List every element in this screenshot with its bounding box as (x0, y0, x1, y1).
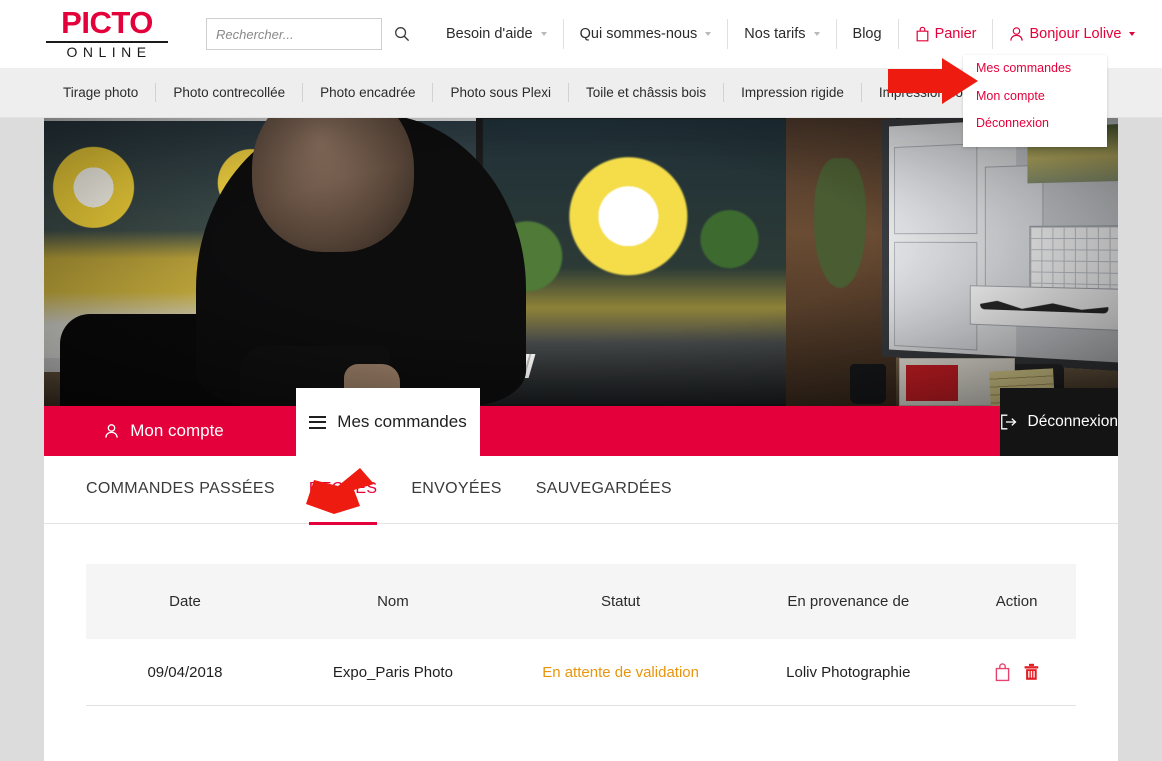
logo-divider (46, 40, 168, 43)
nav-item-bonjour-lolive[interactable]: Bonjour Lolive (992, 19, 1151, 49)
dropdown-item-mon-compte[interactable]: Mon compte (963, 83, 1107, 111)
user-icon (1010, 27, 1024, 41)
tab-envoyees[interactable]: ENVOYÉES (411, 480, 501, 500)
nav-item-nos-tarifs[interactable]: Nos tarifs (727, 19, 835, 49)
column-header-action: Action (995, 593, 1038, 610)
order-filter-tabs: COMMANDES PASSÉES REÇUES ENVOYÉES SAUVEG… (44, 456, 1118, 525)
tab-label: Mon compte (130, 421, 224, 440)
category-photo-sous-plexi[interactable]: Photo sous Plexi (432, 83, 568, 102)
orders-table-wrap: Date Nom Statut En provenance de Action … (44, 524, 1118, 706)
hamburger-icon (309, 415, 327, 429)
dropdown-item-deconnexion[interactable]: Déconnexion (963, 110, 1107, 138)
tab-deconnexion[interactable]: Déconnexion (1000, 388, 1118, 456)
tab-sauvegardees[interactable]: SAUVEGARDÉES (536, 480, 672, 500)
tab-label: Mes commandes (337, 412, 467, 431)
shopping-bag-icon (916, 26, 928, 42)
column-header-provenance: En provenance de (787, 593, 910, 610)
tab-label: Déconnexion (1027, 413, 1118, 430)
chevron-down-icon (1129, 32, 1136, 36)
cell-date: 09/04/2018 (86, 639, 284, 706)
cell-statut: En attente de validation (501, 639, 740, 706)
search-icon[interactable] (394, 26, 410, 42)
column-header-nom: Nom (377, 593, 409, 610)
orders-table: Date Nom Statut En provenance de Action … (86, 564, 1076, 706)
nav-item-panier[interactable]: Panier (897, 19, 993, 49)
table-header-row: Date Nom Statut En provenance de Action (86, 564, 1076, 639)
tab-mes-commandes[interactable]: Mes commandes (296, 388, 480, 456)
logo-wordmark-top: PICTO (61, 5, 153, 41)
nav-item-besoin-daide[interactable]: Besoin d'aide (430, 19, 563, 49)
nav-label: Nos tarifs (744, 26, 806, 42)
cell-actions (957, 639, 1076, 706)
nav-label: Bonjour Lolive (1029, 26, 1122, 42)
search-input[interactable] (216, 26, 394, 42)
dropdown-item-mes-commandes[interactable]: Mes commandes (963, 55, 1107, 83)
page-root: PICTO ONLINE Besoin d'aide Qui sommes-no… (0, 0, 1162, 761)
category-photo-contrecollee[interactable]: Photo contrecollée (155, 83, 302, 102)
search-box[interactable] (206, 18, 410, 50)
category-photo-encadree[interactable]: Photo encadrée (302, 83, 432, 102)
arrow-to-mes-commandes (888, 58, 978, 104)
user-icon (105, 424, 118, 438)
cell-provenance: Loliv Photographie (739, 639, 958, 706)
logout-icon (1001, 414, 1017, 430)
nav-label: Qui sommes-nous (579, 26, 698, 42)
nav-item-qui-sommes-nous[interactable]: Qui sommes-nous (562, 19, 728, 49)
column-header-date: Date (169, 593, 201, 610)
orders-table-body: 09/04/2018 Expo_Paris Photo En attente d… (86, 639, 1076, 706)
chevron-down-icon (705, 32, 712, 36)
table-row: 09/04/2018 Expo_Paris Photo En attente d… (86, 639, 1076, 706)
chevron-down-icon (813, 32, 820, 36)
nav-label: Panier (934, 26, 977, 42)
logo-wordmark-bottom: ONLINE (66, 43, 152, 60)
account-dropdown-menu: Mes commandes Mon compte Déconnexion (963, 55, 1107, 147)
content-panel: Mon compte Mes commandes Déconnexion COM… (44, 118, 1118, 761)
tab-mon-compte[interactable]: Mon compte (44, 406, 284, 456)
orders-table-head: Date Nom Statut En provenance de Action (86, 564, 1076, 639)
column-header-statut: Statut (600, 593, 641, 610)
cell-nom: Expo_Paris Photo (284, 639, 502, 706)
category-tirage-photo[interactable]: Tirage photo (46, 83, 155, 102)
tab-commandes-passees[interactable]: COMMANDES PASSÉES (86, 480, 275, 500)
cart-icon[interactable] (994, 662, 1011, 682)
account-tab-bar: Mon compte Mes commandes Déconnexion (44, 388, 1118, 456)
nav-item-blog[interactable]: Blog (835, 19, 898, 49)
category-nav-items: Tirage photo Photo contrecollée Photo en… (46, 83, 1005, 102)
chevron-down-icon (540, 32, 547, 36)
hero-vignette (44, 118, 1118, 406)
nav-label: Blog (852, 26, 882, 42)
site-logo[interactable]: PICTO ONLINE (46, 5, 168, 60)
hero-banner-image (44, 118, 1118, 406)
nav-label: Besoin d'aide (446, 26, 533, 42)
arrow-to-recues-tab (306, 468, 374, 514)
category-impression-rigide[interactable]: Impression rigide (723, 83, 861, 102)
trash-icon[interactable] (1023, 662, 1040, 682)
row-action-buttons (957, 662, 1076, 682)
category-toile-et-chassis-bois[interactable]: Toile et châssis bois (568, 83, 723, 102)
